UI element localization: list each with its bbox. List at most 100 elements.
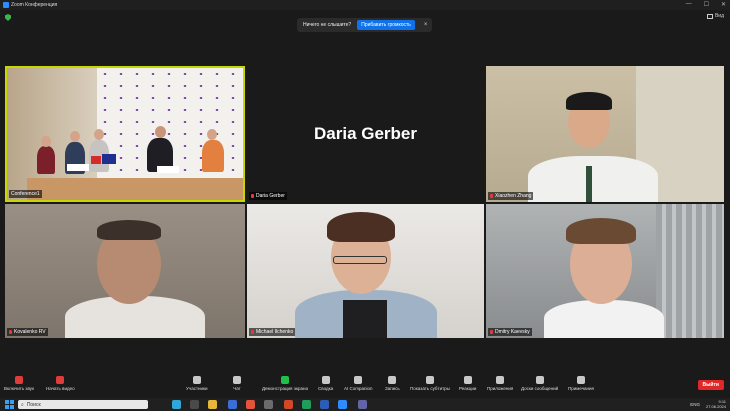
search-icon: ⌕ — [21, 401, 24, 408]
participant-head — [70, 131, 80, 142]
captions-button[interactable]: Показать субтитры — [410, 376, 450, 391]
teams-icon[interactable] — [358, 400, 367, 409]
toolbar-label: Начать видео — [46, 386, 75, 391]
whiteboard-icon — [535, 376, 544, 384]
app-title: Zoom Конференция — [0, 2, 57, 8]
chat-button[interactable]: Чат — [233, 376, 241, 391]
video-tile-dmitry-kaevsky[interactable]: Dmitry Kaevsky — [486, 204, 724, 338]
chrome-icon[interactable] — [246, 400, 255, 409]
hair — [566, 92, 612, 110]
participant-name-label: Xiaozhen Zhang — [488, 192, 534, 200]
minimize-button[interactable]: — — [686, 1, 692, 8]
ai-icon — [354, 376, 363, 384]
banner-text: Ничего не слышите? — [303, 22, 352, 28]
close-window-button[interactable]: ✕ — [721, 1, 726, 8]
clock-date: 27.06.2024 — [705, 404, 726, 409]
word-icon[interactable] — [320, 400, 329, 409]
toolbar-label: Примечания — [568, 386, 594, 391]
participant-name-label: Kovalenko RV — [7, 328, 48, 336]
security-shield-icon[interactable] — [5, 14, 11, 21]
floor — [27, 178, 243, 200]
edge-icon[interactable] — [172, 400, 181, 409]
apps-icon — [496, 376, 505, 384]
banner-close-button[interactable]: × — [424, 22, 428, 28]
toolbar-label: Запись — [385, 386, 400, 391]
toolbar-label: Показать субтитры — [410, 386, 450, 391]
toolbar-label: Чат — [233, 386, 241, 391]
participant-name-label: Conference1 — [9, 190, 42, 198]
zoom-taskbar-icon[interactable] — [338, 400, 347, 409]
window-titlebar: Zoom Конференция — ☐ ✕ — [0, 0, 730, 10]
window-blinds — [656, 204, 724, 338]
toolbar-label: Реакции — [459, 386, 477, 391]
video-tile-conference1[interactable]: Conference1 — [5, 66, 245, 202]
name-card — [67, 164, 89, 171]
windows-taskbar: ⌕ Поиск ENG 9:11 27.06.2024 — [0, 398, 730, 411]
file-explorer-icon[interactable] — [208, 400, 217, 409]
participant-name-label: Daria Gerber — [249, 192, 287, 200]
hair — [327, 212, 395, 242]
taskbar-search-box[interactable]: ⌕ Поиск — [18, 400, 148, 409]
whiteboards-button[interactable]: Доски сообщений — [521, 376, 558, 391]
share-screen-button[interactable]: Демонстрация экрана — [262, 376, 308, 391]
muted-mic-icon — [490, 330, 493, 334]
view-button[interactable]: Вид — [706, 13, 724, 19]
reactions-icon — [463, 376, 472, 384]
microphone-icon — [15, 376, 23, 384]
video-tile-daria-gerber[interactable]: Daria Gerber Daria Gerber — [247, 66, 484, 202]
participant-name: Conference1 — [11, 191, 40, 197]
name-card — [157, 166, 179, 173]
apps-button[interactable]: Приложения — [487, 376, 513, 391]
settings-icon[interactable] — [264, 400, 273, 409]
participant-head — [155, 126, 166, 138]
flag — [102, 154, 116, 164]
video-tile-kovalenko-rv[interactable]: Kovalenko RV — [5, 204, 245, 338]
participant-name: Dmitry Kaevsky — [495, 329, 530, 335]
participant-figure — [528, 156, 658, 202]
unmute-button[interactable]: Включить звук — [4, 376, 34, 391]
record-button[interactable]: Запись — [385, 376, 400, 391]
toolbar-label: Демонстрация экрана — [262, 386, 308, 391]
windows-start-icon[interactable] — [5, 400, 14, 409]
toolbar-label: AI Companion — [344, 386, 373, 391]
increase-volume-button[interactable]: Прибавить громкость — [357, 20, 415, 30]
participant-name: Daria Gerber — [256, 193, 285, 199]
participant-head — [41, 136, 51, 147]
mail-icon[interactable] — [228, 400, 237, 409]
meeting-toolbar: Включить звук Начать видео Участники Чат… — [0, 374, 730, 398]
notes-button[interactable]: Примечания — [568, 376, 594, 391]
necktie — [586, 166, 592, 202]
powerpoint-icon[interactable] — [284, 400, 293, 409]
muted-mic-icon — [251, 330, 254, 334]
muted-mic-icon — [251, 194, 254, 198]
participants-icon — [192, 376, 201, 384]
task-view-icon[interactable] — [190, 400, 199, 409]
video-tile-michael-ilchenko[interactable]: Michael Ilchenko — [247, 204, 484, 338]
ai-companion-button[interactable]: AI Companion — [344, 376, 373, 391]
record-icon — [388, 376, 397, 384]
hair — [566, 218, 636, 244]
maximize-button[interactable]: ☐ — [704, 1, 709, 8]
share-screen-icon — [280, 376, 289, 384]
window-title: Zoom Конференция — [11, 2, 58, 8]
glasses — [333, 256, 387, 264]
search-placeholder: Поиск — [26, 401, 41, 408]
excel-icon[interactable] — [302, 400, 311, 409]
summary-icon — [321, 376, 330, 384]
language-indicator[interactable]: ENG — [690, 402, 700, 407]
video-tile-xiaozhen-zhang[interactable]: Xiaozhen Zhang — [486, 66, 724, 202]
leave-button[interactable]: Выйти — [697, 380, 724, 390]
participant-name: Xiaozhen Zhang — [495, 193, 532, 199]
reactions-button[interactable]: Реакции — [459, 376, 476, 391]
participant-name-label: Michael Ilchenko — [249, 328, 296, 336]
hair — [97, 220, 161, 240]
participants-button[interactable]: Участники — [186, 376, 208, 391]
start-video-button[interactable]: Начать видео — [46, 376, 75, 391]
toolbar-label: Включить звук — [4, 386, 35, 391]
participant-head — [207, 129, 217, 140]
camera-icon — [56, 376, 65, 384]
summary-button[interactable]: Сводка — [318, 376, 333, 391]
participant-display-name: Daria Gerber — [314, 124, 417, 143]
system-clock[interactable]: 9:11 27.06.2024 — [706, 399, 726, 409]
chat-icon — [233, 376, 241, 384]
